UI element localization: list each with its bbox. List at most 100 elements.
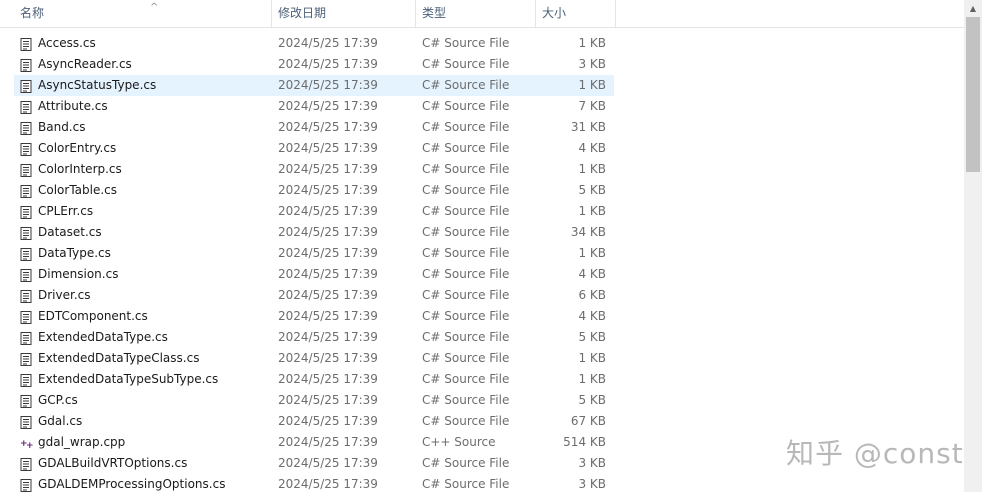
file-row[interactable]: EDTComponent.cs 2024/5/25 17:39 C# Source … (14, 306, 614, 327)
file-name: Gdal.cs (38, 414, 83, 428)
file-modified-date: 2024/5/25 17:39 (278, 120, 378, 134)
cs-file-icon (20, 289, 32, 303)
file-size: 1 KB (578, 351, 606, 365)
file-type: C# Source File (422, 120, 510, 134)
cs-file-icon (20, 352, 32, 366)
file-name: AsyncStatusType.cs (38, 78, 157, 92)
file-name: ExtendedDataType.cs (38, 330, 168, 344)
file-modified-date: 2024/5/25 17:39 (278, 57, 378, 71)
cs-file-icon (20, 184, 32, 198)
watermark: 知乎 @const (786, 437, 964, 470)
file-name: ColorInterp.cs (38, 162, 122, 176)
file-type: C# Source File (422, 204, 510, 218)
file-size: 5 KB (578, 330, 606, 344)
file-type: C++ Source (422, 435, 496, 449)
scroll-up-arrow-icon[interactable]: ▲ (964, 0, 982, 17)
file-row[interactable]: ExtendedDataType.cs 2024/5/25 17:39 C# Sou… (14, 327, 614, 348)
file-size: 7 KB (578, 99, 606, 113)
file-name: CPLErr.cs (38, 204, 94, 218)
file-size: 1 KB (578, 78, 606, 92)
svg-text:+: + (26, 441, 34, 450)
file-type: C# Source File (422, 141, 510, 155)
file-modified-date: 2024/5/25 17:39 (278, 162, 378, 176)
file-row[interactable]: ExtendedDataTypeClass.cs 2024/5/25 17:39 C… (14, 348, 614, 369)
file-type: C# Source File (422, 456, 510, 470)
file-modified-date: 2024/5/25 17:39 (278, 99, 378, 113)
file-size: 1 KB (578, 246, 606, 260)
cs-file-icon (20, 331, 32, 345)
file-modified-date: 2024/5/25 17:39 (278, 225, 378, 239)
file-size: 3 KB (578, 57, 606, 71)
file-size: 31 KB (570, 120, 606, 134)
file-name: ExtendedDataTypeSubType.cs (38, 372, 219, 386)
file-size: 514 KB (563, 435, 606, 449)
file-type: C# Source File (422, 372, 510, 386)
column-date-label: 修改日期 (278, 6, 327, 20)
file-row[interactable]: ColorEntry.cs 2024/5/25 17:39 C# Source Fi… (14, 138, 614, 159)
file-row[interactable]: AsyncReader.cs 2024/5/25 17:39 C# Source F… (14, 54, 614, 75)
column-size-header[interactable]: 大小 (536, 0, 616, 27)
file-size: 4 KB (578, 141, 606, 155)
file-modified-date: 2024/5/25 17:39 (278, 204, 378, 218)
file-row[interactable]: Attribute.cs 2024/5/25 17:39 C# Source Fil… (14, 96, 614, 117)
vertical-scrollbar[interactable]: ▲ (964, 0, 982, 492)
file-type: C# Source File (422, 267, 510, 281)
file-row[interactable]: Dimension.cs 2024/5/25 17:39 C# Source Fil… (14, 264, 614, 285)
file-row[interactable]: CPLErr.cs 2024/5/25 17:39 C# Source File 1 … (14, 201, 614, 222)
file-size: 4 KB (578, 309, 606, 323)
cs-file-icon (20, 373, 32, 387)
file-modified-date: 2024/5/25 17:39 (278, 246, 378, 260)
cs-file-icon (20, 121, 32, 135)
file-size: 1 KB (578, 162, 606, 176)
file-name: DataType.cs (38, 246, 111, 260)
file-type: C# Source File (422, 183, 510, 197)
file-type: C# Source File (422, 36, 510, 50)
file-name: Dimension.cs (38, 267, 119, 281)
file-modified-date: 2024/5/25 17:39 (278, 183, 378, 197)
file-row[interactable]: Band.cs 2024/5/25 17:39 C# Source File 31 K… (14, 117, 614, 138)
file-name: GDALBuildVRTOptions.cs (38, 456, 188, 470)
file-size: 3 KB (578, 456, 606, 470)
file-row[interactable]: AsyncStatusType.cs 2024/5/25 17:39 C# Sour… (14, 75, 614, 96)
file-row[interactable]: GDALBuildVRTOptions.cs 2024/5/25 17:39 C# … (14, 453, 614, 474)
column-date-header[interactable]: 修改日期 (272, 0, 416, 27)
file-row[interactable]: ColorTable.cs 2024/5/25 17:39 C# Source Fi… (14, 180, 614, 201)
file-modified-date: 2024/5/25 17:39 (278, 141, 378, 155)
cs-file-icon (20, 394, 32, 408)
file-name: gdal_wrap.cpp (38, 435, 126, 449)
column-type-header[interactable]: 类型 (416, 0, 536, 27)
file-row[interactable]: Access.cs 2024/5/25 17:39 C# Source File 1 … (14, 33, 614, 54)
cs-file-icon (20, 226, 32, 240)
file-modified-date: 2024/5/25 17:39 (278, 414, 378, 428)
cs-file-icon (20, 79, 32, 93)
cs-file-icon (20, 58, 32, 72)
file-row[interactable]: ExtendedDataTypeSubType.cs 2024/5/25 17:3… (14, 369, 614, 390)
file-modified-date: 2024/5/25 17:39 (278, 78, 378, 92)
file-modified-date: 2024/5/25 17:39 (278, 36, 378, 50)
scrollbar-thumb[interactable] (966, 17, 980, 172)
file-modified-date: 2024/5/25 17:39 (278, 309, 378, 323)
file-row[interactable]: Driver.cs 2024/5/25 17:39 C# Source File 6 … (14, 285, 614, 306)
sort-ascending-icon: ^ (150, 2, 159, 13)
file-type: C# Source File (422, 225, 510, 239)
file-row[interactable]: GCP.cs 2024/5/25 17:39 C# Source File 5 KB (14, 390, 614, 411)
column-name-header[interactable]: 名称 ^ (14, 0, 272, 27)
file-row[interactable]: Gdal.cs 2024/5/25 17:39 C# Source File 67 K… (14, 411, 614, 432)
file-modified-date: 2024/5/25 17:39 (278, 393, 378, 407)
file-modified-date: 2024/5/25 17:39 (278, 330, 378, 344)
file-size: 5 KB (578, 393, 606, 407)
file-size: 5 KB (578, 183, 606, 197)
file-row[interactable]: + + gdal_wrap.cpp 2024/5/25 17:39 C++ Source… (14, 432, 614, 453)
file-row[interactable]: Dataset.cs 2024/5/25 17:39 C# Source File 3… (14, 222, 614, 243)
file-name: ExtendedDataTypeClass.cs (38, 351, 200, 365)
file-row[interactable]: ColorInterp.cs 2024/5/25 17:39 C# Source F… (14, 159, 614, 180)
file-name: ColorEntry.cs (38, 141, 117, 155)
file-type: C# Source File (422, 309, 510, 323)
file-type: C# Source File (422, 246, 510, 260)
cs-file-icon (20, 205, 32, 219)
file-size: 6 KB (578, 288, 606, 302)
file-row[interactable]: DataType.cs 2024/5/25 17:39 C# Source File… (14, 243, 614, 264)
cs-file-icon (20, 415, 32, 429)
file-type: C# Source File (422, 330, 510, 344)
file-type: C# Source File (422, 57, 510, 71)
